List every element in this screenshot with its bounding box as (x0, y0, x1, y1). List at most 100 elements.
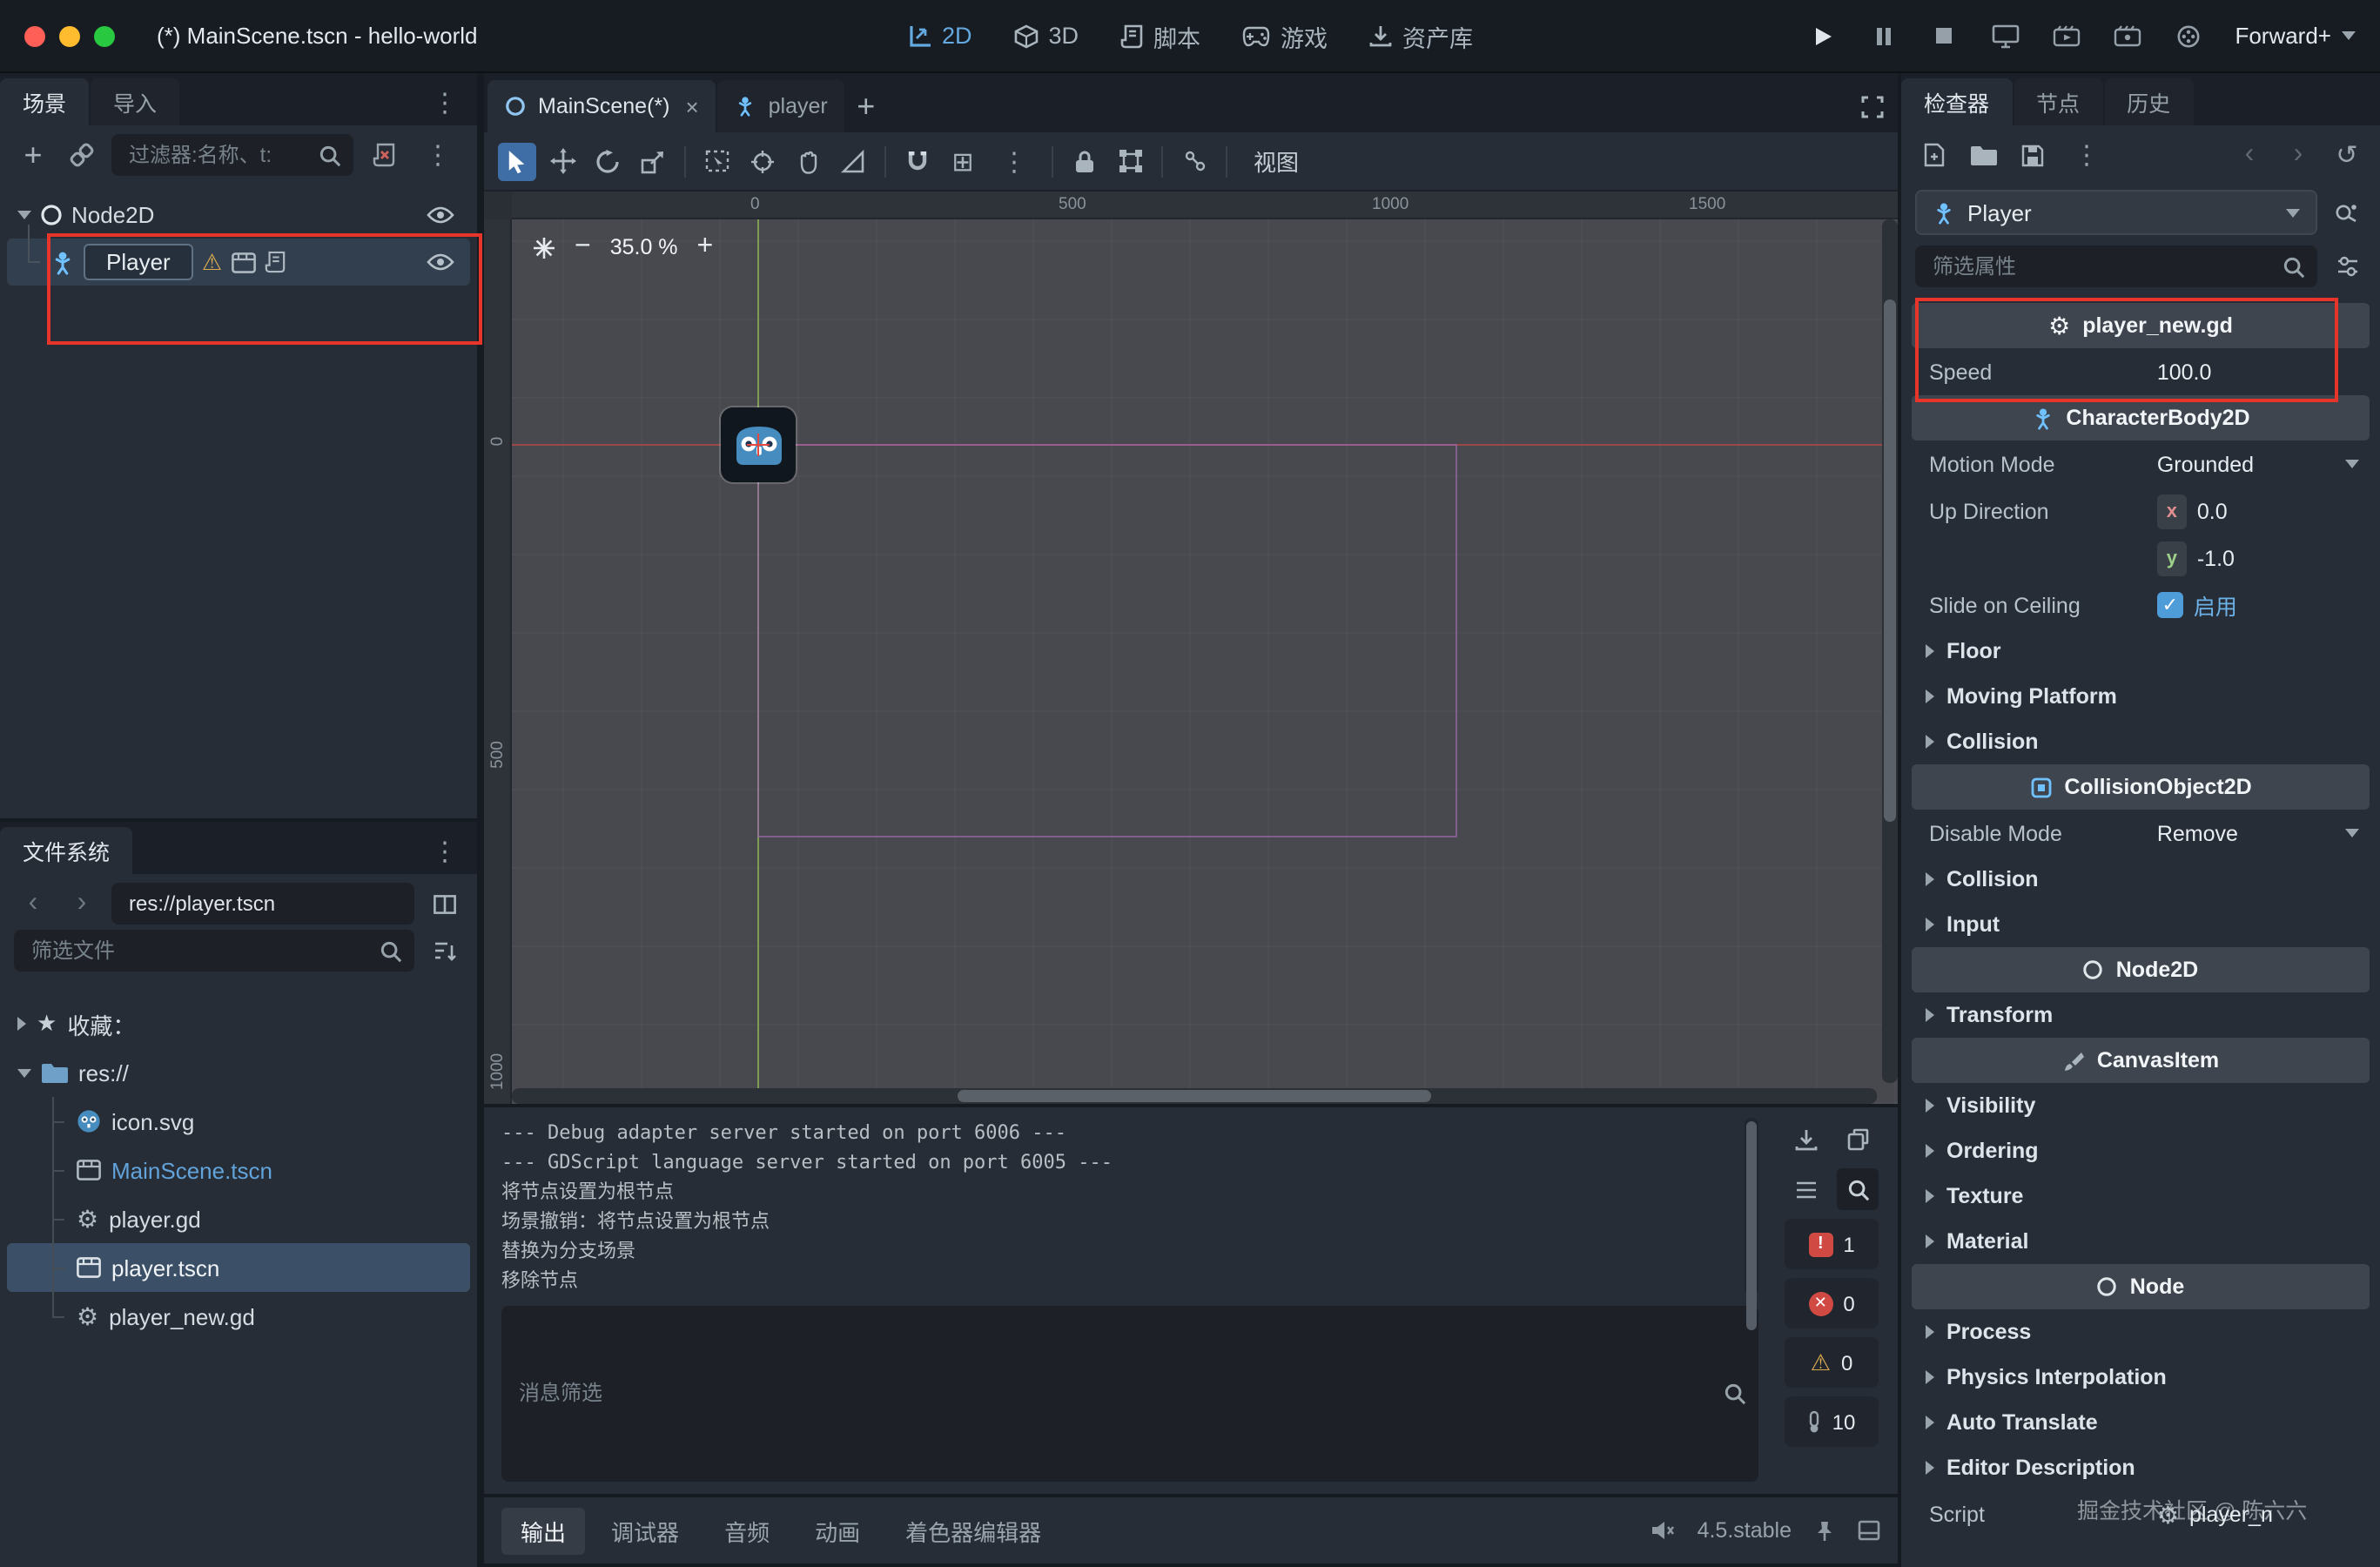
vertical-scrollbar[interactable] (1882, 219, 1898, 1083)
group-transform[interactable]: Transform (1912, 992, 2370, 1038)
save-resource-button[interactable] (2013, 136, 2051, 174)
scene-instance-icon[interactable] (231, 252, 255, 272)
history-forward-button[interactable]: › (2279, 136, 2317, 174)
output-scrollbar[interactable] (1745, 1118, 1758, 1295)
tab-import[interactable]: 导入 (91, 78, 179, 125)
nav-back-button[interactable]: ‹ (14, 884, 52, 923)
resource-menu-button[interactable]: ⋮ (2061, 139, 2112, 171)
group-physics-interpolation[interactable]: Physics Interpolation (1912, 1355, 2370, 1400)
2d-viewport[interactable]: 0 500 1000 1500 0 500 1000 (484, 192, 1898, 1104)
detach-script-button[interactable] (364, 136, 402, 174)
play-button[interactable] (1803, 17, 1841, 55)
zoom-level[interactable]: 35.0 % (610, 235, 678, 259)
group-collision2[interactable]: Collision (1912, 857, 2370, 902)
motion-mode-dropdown[interactable]: Grounded (2157, 452, 2254, 476)
move-tool-button[interactable] (543, 142, 582, 180)
group-editor-description[interactable]: Editor Description (1912, 1445, 2370, 1490)
group-texture[interactable]: Texture (1912, 1174, 2370, 1219)
group-process[interactable]: Process (1912, 1309, 2370, 1355)
pin-bottom-panel-icon[interactable] (1814, 1519, 1835, 1542)
current-path-input[interactable] (125, 890, 402, 918)
file-row-mainscene[interactable]: MainScene.tscn (7, 1146, 470, 1194)
play-scene-button[interactable] (2047, 17, 2085, 55)
scene-tab-player[interactable]: player (718, 80, 845, 132)
lock-node-button[interactable] (1066, 142, 1104, 180)
zoom-in-button[interactable]: + (697, 233, 714, 261)
skeleton-options-button[interactable] (1175, 142, 1214, 180)
root-folder-row[interactable]: res:// (7, 1048, 470, 1097)
nav-forward-button[interactable]: › (63, 884, 101, 923)
tab-filesystem[interactable]: 文件系统 (0, 827, 132, 874)
category-node[interactable]: Node (1912, 1264, 2370, 1309)
tree-row-node2d[interactable]: Node2D (7, 192, 470, 239)
minimize-window-button[interactable] (59, 25, 80, 46)
group-material[interactable]: Material (1912, 1219, 2370, 1264)
snap-toggle-button[interactable] (898, 142, 937, 180)
collapse-icon[interactable] (17, 211, 31, 219)
view-menu-button[interactable]: 视图 (1240, 145, 1313, 178)
bottom-tab-debugger[interactable]: 调试器 (592, 1507, 698, 1554)
tab-scene[interactable]: 场景 (0, 78, 89, 125)
horizontal-scrollbar[interactable] (512, 1088, 1877, 1104)
expand-icon[interactable] (17, 1017, 26, 1031)
history-back-button[interactable]: ‹ (2230, 136, 2269, 174)
renderer-selector[interactable]: Forward+ (2235, 23, 2356, 49)
expand-bottom-panel-icon[interactable] (1858, 1520, 1880, 1541)
bottom-tab-animation[interactable]: 动画 (796, 1507, 879, 1554)
pause-button[interactable] (1864, 17, 1902, 55)
tab-node[interactable]: 节点 (2014, 78, 2102, 125)
add-node-button[interactable]: + (14, 136, 52, 174)
scene-filter-input[interactable] (125, 141, 310, 169)
sort-files-button[interactable] (425, 931, 463, 970)
tab-script[interactable]: 脚本 (1120, 18, 1200, 53)
visibility-icon[interactable] (421, 243, 460, 281)
search-log-button[interactable] (1837, 1168, 1879, 1210)
group-floor[interactable]: Floor (1912, 629, 2370, 674)
object-extra-button[interactable] (2328, 193, 2366, 232)
node-name-field[interactable]: Player (84, 244, 193, 280)
disable-mode-dropdown[interactable]: Remove (2157, 821, 2238, 845)
error-warning-count-badge[interactable]: ! 1 (1785, 1219, 1879, 1269)
close-icon[interactable]: × (685, 93, 698, 119)
zoom-out-button[interactable]: − (575, 233, 591, 261)
visibility-icon[interactable] (421, 196, 460, 234)
collapse-log-button[interactable] (1785, 1168, 1826, 1210)
x-value-field[interactable]: 0.0 (2197, 499, 2228, 523)
group-moving-platform[interactable]: Moving Platform (1912, 674, 2370, 719)
new-resource-button[interactable] (1915, 136, 1953, 174)
scene-tree-menu-button[interactable]: ⋮ (413, 139, 463, 171)
checkbox-checked[interactable]: ✓ (2157, 592, 2183, 618)
tree-row-player[interactable]: Player ⚠ (7, 239, 470, 286)
collapse-icon[interactable] (17, 1068, 31, 1077)
pan-tool-button[interactable] (789, 142, 827, 180)
close-window-button[interactable] (24, 25, 45, 46)
new-scene-tab-button[interactable]: + (847, 87, 885, 125)
property-tools-button[interactable] (2328, 247, 2366, 286)
message-count-badge[interactable]: 10 (1785, 1396, 1879, 1447)
group-collision[interactable]: Collision (1912, 719, 2370, 764)
snap-options-button[interactable]: ⋮ (989, 145, 1039, 177)
tab-3d[interactable]: 3D (1014, 23, 1079, 49)
category-canvasitem[interactable]: CanvasItem (1912, 1038, 2370, 1083)
bottom-tab-audio[interactable]: 音频 (705, 1507, 789, 1554)
speed-value-field[interactable]: 100.0 (2157, 360, 2212, 384)
scene-dock-menu-button[interactable]: ⋮ (420, 86, 470, 118)
script-section-header[interactable]: ⚙ player_new.gd (1912, 303, 2370, 348)
file-row-player-new-gd[interactable]: ⚙ player_new.gd (7, 1292, 470, 1341)
bottom-tab-output[interactable]: 输出 (501, 1507, 585, 1554)
grid-snap-button[interactable]: ⊞ (944, 142, 982, 180)
center-view-icon[interactable] (533, 236, 555, 259)
scrollbar-thumb[interactable] (958, 1090, 1431, 1102)
y-value-field[interactable]: -1.0 (2197, 546, 2235, 570)
scrollbar-thumb[interactable] (1884, 299, 1896, 822)
object-history-button[interactable]: ↺ (2328, 136, 2366, 174)
group-auto-translate[interactable]: Auto Translate (1912, 1400, 2370, 1445)
group-visibility[interactable]: Visibility (1912, 1083, 2370, 1128)
tab-2d[interactable]: 2D (907, 23, 972, 49)
stop-button[interactable] (1925, 17, 1963, 55)
message-filter-input[interactable] (515, 1380, 1715, 1408)
zoom-window-button[interactable] (94, 25, 115, 46)
scale-tool-button[interactable] (634, 142, 672, 180)
tab-inspector[interactable]: 检查器 (1901, 78, 2012, 125)
copy-log-button[interactable] (1837, 1118, 1879, 1160)
